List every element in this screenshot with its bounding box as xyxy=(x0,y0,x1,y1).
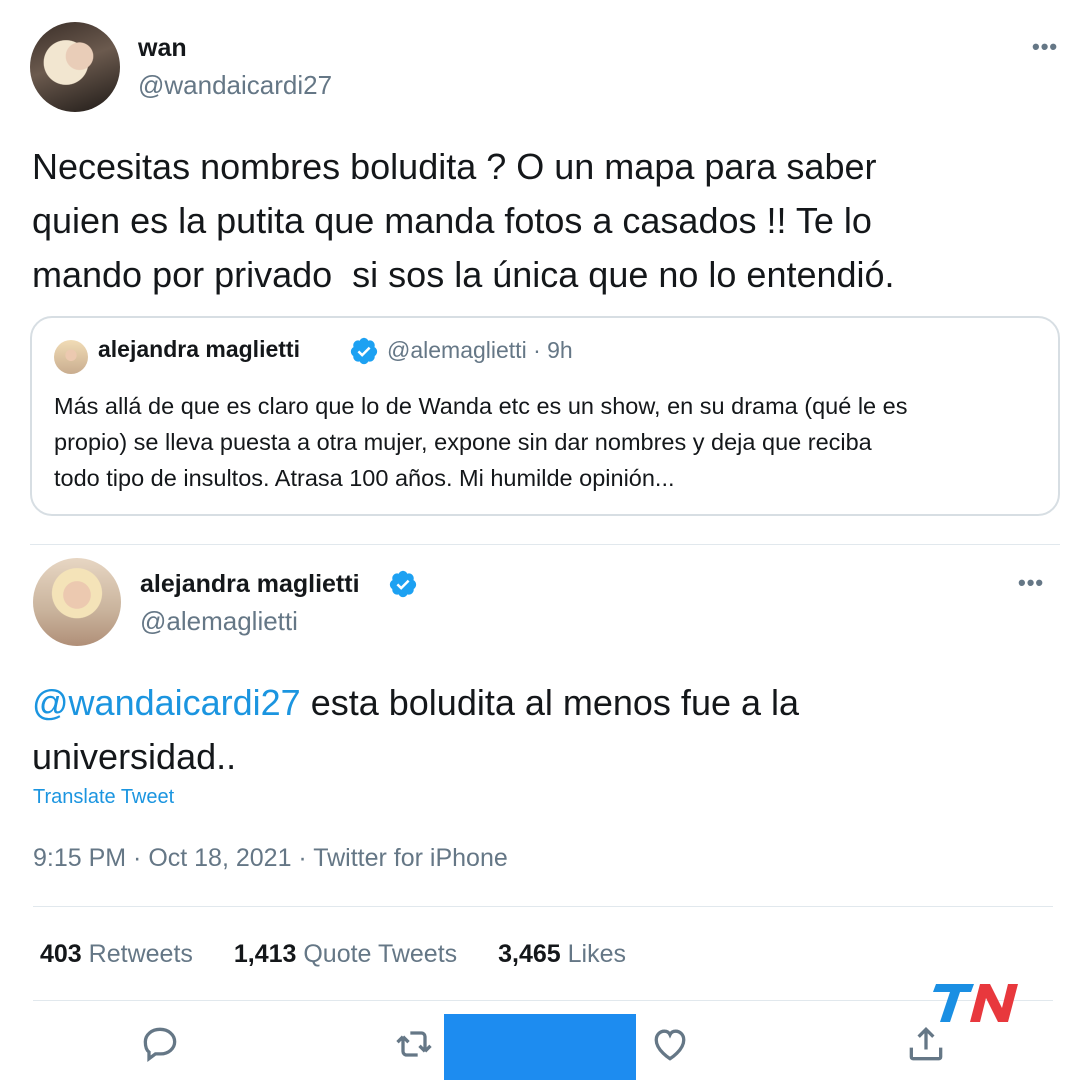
retweet-icon[interactable] xyxy=(392,1022,436,1066)
more-dots-icon[interactable]: ••• xyxy=(1032,34,1058,60)
tweet2-text: @wandaicardi27 esta boludita al menos fu… xyxy=(32,676,1032,784)
quote-text: Más allá de que es claro que lo de Wanda… xyxy=(54,393,908,491)
tweet1-text: Necesitas nombres boludita ? O un mapa p… xyxy=(32,146,895,295)
tn-watermark-logo: TN xyxy=(933,984,1018,1022)
tweet-timestamp-source[interactable]: 9:15 PM · Oct 18, 2021 · Twitter for iPh… xyxy=(33,844,508,873)
mention-link[interactable]: @wandaicardi27 xyxy=(32,682,301,723)
comment-bubble-icon[interactable] xyxy=(138,1022,182,1066)
quoted-tweet-card[interactable]: alejandra maglietti @alemaglietti · 9h M… xyxy=(30,316,1060,516)
stats-divider-bottom xyxy=(33,1000,1053,1001)
heart-icon[interactable] xyxy=(648,1022,692,1066)
verified-badge-icon xyxy=(389,570,417,598)
stats-divider-top xyxy=(33,906,1053,907)
quote-tweets-stat[interactable]: 1,413 Quote Tweets xyxy=(234,940,457,969)
avatar-alemaglietti[interactable] xyxy=(33,558,121,646)
retweets-stat[interactable]: 403 Retweets xyxy=(40,940,193,969)
tweet2-text-line1: esta boludita al menos fue a la xyxy=(300,682,800,723)
more-dots-icon[interactable]: ••• xyxy=(1018,570,1044,596)
redaction-box xyxy=(444,1014,636,1080)
likes-stat[interactable]: 3,465 Likes xyxy=(498,940,626,969)
tweet2-display-name[interactable]: alejandra maglietti xyxy=(140,570,360,599)
tweet1-display-name[interactable]: wan xyxy=(138,34,187,63)
quote-avatar xyxy=(54,340,88,374)
share-upload-icon[interactable] xyxy=(904,1022,948,1066)
avatar-wan[interactable] xyxy=(30,22,120,112)
quote-handle-time: @alemaglietti · 9h xyxy=(387,337,573,363)
tweet2-text-line2: universidad.. xyxy=(32,736,237,777)
translate-tweet-link[interactable]: Translate Tweet xyxy=(33,786,174,809)
tweet1-handle[interactable]: @wandaicardi27 xyxy=(138,70,332,101)
tweet-divider xyxy=(30,544,1060,545)
verified-badge-icon xyxy=(350,337,378,365)
engagement-stats: 403 Retweets 1,413 Quote Tweets 3,465 Li… xyxy=(40,940,660,969)
quote-display-name: alejandra maglietti xyxy=(98,336,300,362)
tweet2-handle[interactable]: @alemaglietti xyxy=(140,606,298,637)
